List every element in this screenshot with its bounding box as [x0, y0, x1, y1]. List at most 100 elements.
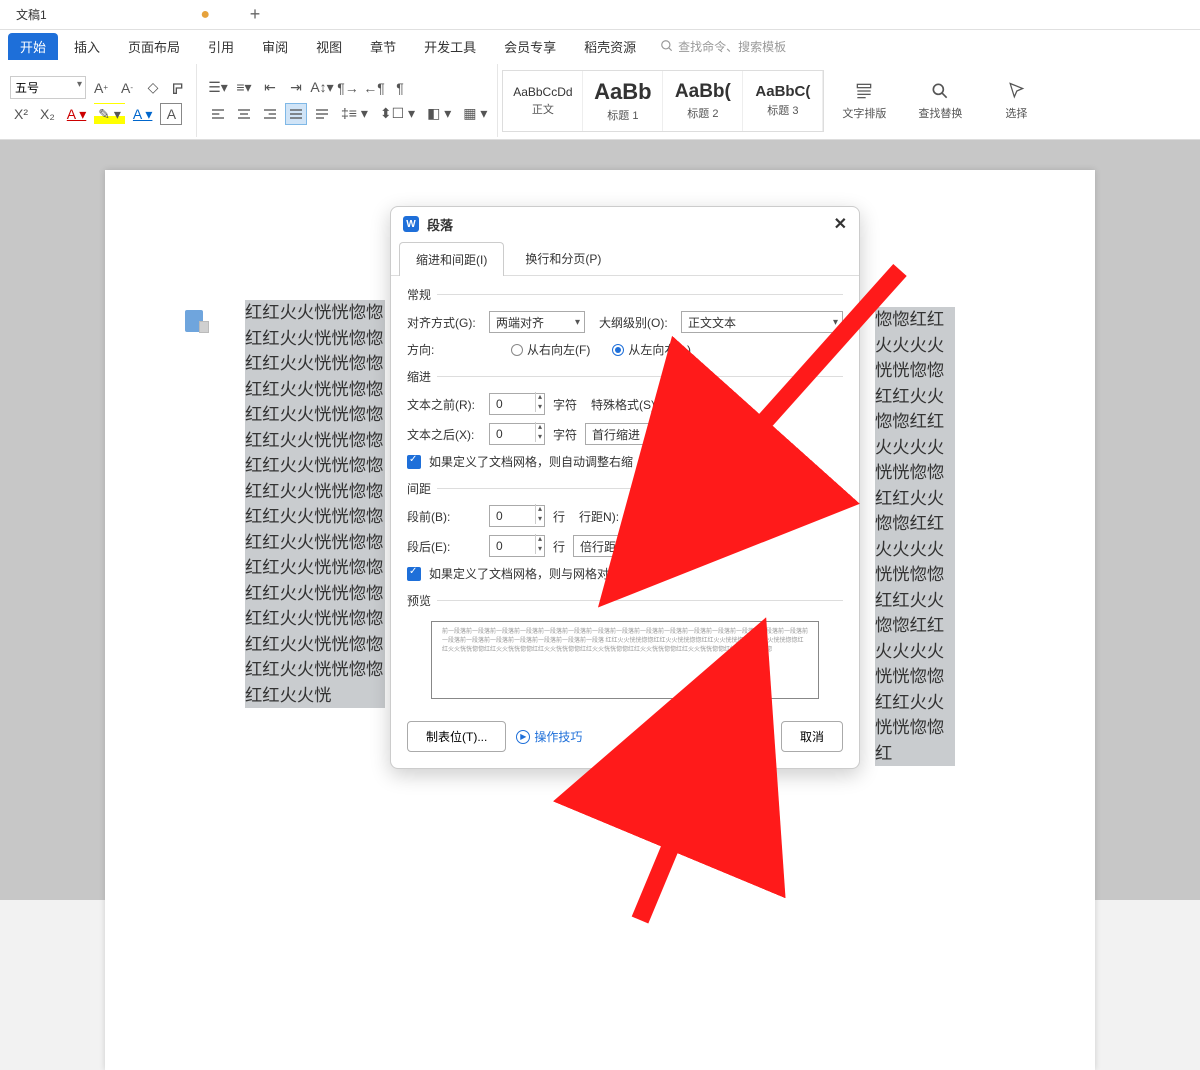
tab-line-page-break[interactable]: 换行和分页(P) [508, 241, 618, 275]
special-format-select[interactable]: 首行缩进 [585, 423, 665, 445]
select-button[interactable]: 选择 [986, 69, 1046, 133]
tab-indent-spacing[interactable]: 缩进和间距(I) [399, 242, 504, 276]
char-border-icon[interactable]: A [160, 103, 182, 125]
dialog-title: 段落 [427, 215, 453, 234]
menubar: 开始 插入 页面布局 引用 审阅 视图 章节 开发工具 会员专享 稻壳资源 查找… [0, 30, 1200, 62]
outline-label: 大纲级别(O): [599, 314, 673, 331]
section-spacing-title: 间距 [407, 480, 843, 497]
align-right-icon[interactable] [259, 103, 281, 125]
shading-icon[interactable]: ◧ ▾ [423, 103, 455, 125]
space-unit: 行 [553, 508, 565, 525]
find-replace-button[interactable]: 查找替换 [910, 69, 970, 133]
menu-docer[interactable]: 稻壳资源 [572, 33, 648, 60]
subscript-icon[interactable]: X₂ [36, 103, 59, 125]
space-after-input[interactable]: 0 [489, 535, 545, 557]
ltr-icon[interactable]: ¶→ [337, 77, 359, 99]
measure-unit: 字符 [737, 426, 761, 443]
indent-before-label: 文本之前(R): [407, 396, 481, 413]
text-effect-icon[interactable]: A ▾ [129, 103, 156, 125]
section-preview: 预览 前一段落前一段落前一段落前一段落前一段落前一段落前一段落前一段落前一段落前… [407, 592, 843, 699]
tab-title: 文稿1 [16, 6, 47, 23]
search-icon [660, 39, 674, 53]
decrease-font-icon[interactable]: A- [116, 77, 138, 99]
number-list-icon[interactable]: ≡▾ [233, 77, 255, 99]
style-normal[interactable]: AaBbCcDd正文 [503, 71, 583, 131]
new-tab-button[interactable]: + [240, 4, 270, 25]
auto-adjust-label: 如果定义了文档网格，则自动调整右缩 [429, 453, 633, 470]
decrease-indent-icon[interactable]: ⇤ [259, 77, 281, 99]
style-heading2[interactable]: AaBb(标题 2 [663, 71, 743, 131]
setvalue-input[interactable]: 1 [661, 535, 717, 557]
ok-button[interactable]: 确定 [709, 721, 771, 752]
dialog-titlebar[interactable]: W 段落 ✕ [391, 207, 859, 241]
section-indent-title: 缩进 [407, 368, 843, 385]
superscript-icon[interactable]: X² [10, 103, 32, 125]
text-layout-button[interactable]: 文字排版 [834, 69, 894, 133]
menu-dev[interactable]: 开发工具 [412, 33, 488, 60]
page-marker-icon [185, 310, 203, 332]
play-icon: ▶ [516, 730, 530, 744]
align-distribute-icon[interactable] [311, 103, 333, 125]
space-before-input[interactable]: 0 [489, 505, 545, 527]
show-marks-icon[interactable]: ¶ [389, 77, 411, 99]
sort-icon[interactable]: A↕▾ [311, 77, 333, 99]
clear-format-icon[interactable]: ◇ [142, 77, 164, 99]
align-justify-icon[interactable] [285, 103, 307, 125]
space-unit2: 行 [553, 538, 565, 555]
menu-insert[interactable]: 插入 [62, 33, 112, 60]
snap-grid-checkbox[interactable] [407, 567, 421, 581]
indent-unit: 字符 [553, 396, 577, 413]
increase-font-icon[interactable]: A+ [90, 77, 112, 99]
align-center-icon[interactable] [233, 103, 255, 125]
align-select[interactable]: 两端对齐 [489, 311, 585, 333]
border-icon[interactable]: ▦ ▾ [459, 103, 491, 125]
outline-select[interactable]: 正文文本 [681, 311, 843, 333]
cancel-button[interactable]: 取消 [781, 721, 843, 752]
indent-before-input[interactable]: 0 [489, 393, 545, 415]
dialog-footer: 制表位(T)... ▶操作技巧 确定 取消 [391, 709, 859, 768]
paragraph-dialog: W 段落 ✕ 缩进和间距(I) 换行和分页(P) 常规 对齐方式(G): 两端对… [390, 206, 860, 769]
menu-reference[interactable]: 引用 [196, 33, 246, 60]
increase-indent-icon[interactable]: ⇥ [285, 77, 307, 99]
dialog-tabs: 缩进和间距(I) 换行和分页(P) [391, 241, 859, 276]
document-text-right[interactable]: 惚惚红红火火火火恍恍惚惚红红火火 惚惚红红火火火火恍恍惚惚红红火火 惚惚红红火火… [875, 307, 955, 766]
line-spacing-icon[interactable]: ‡≡ ▾ [337, 103, 372, 125]
style-heading3[interactable]: AaBbC(标题 3 [743, 71, 823, 131]
font-color-icon[interactable]: A ▾ [63, 103, 90, 125]
highlight-icon[interactable]: ✎ ▾ [94, 103, 125, 125]
measure-value-input[interactable]: 2 [673, 423, 729, 445]
menu-vip[interactable]: 会员专享 [492, 33, 568, 60]
menu-start[interactable]: 开始 [8, 33, 58, 60]
rtl-icon[interactable]: ←¶ [363, 77, 385, 99]
section-indent: 缩进 文本之前(R): 0 字符 特殊格式(S): 度量值(Y) 文本之后(X)… [407, 368, 843, 470]
measure-label: 度量值(Y) [690, 396, 742, 413]
align-left-icon[interactable] [207, 103, 229, 125]
close-icon[interactable]: ✕ [834, 214, 847, 234]
font-size-select[interactable]: 五号 [10, 76, 86, 99]
menu-review[interactable]: 审阅 [250, 33, 300, 60]
direction-rtl-radio[interactable]: 从右向左(F) [511, 341, 590, 358]
command-search[interactable]: 查找命令、搜索模板 [660, 38, 786, 55]
preview-title: 预览 [407, 592, 843, 609]
bullet-list-icon[interactable]: ☰▾ [207, 77, 229, 99]
style-heading1[interactable]: AaBb标题 1 [583, 71, 663, 131]
tips-link[interactable]: ▶操作技巧 [516, 728, 582, 745]
paragraph-group: ☰▾ ≡▾ ⇤ ⇥ A↕▾ ¶→ ←¶ ¶ ‡≡ ▾ ⬍☐ ▾ ◧ ▾ ▦ ▾ [201, 64, 498, 137]
vert-align-icon[interactable]: ⬍☐ ▾ [376, 103, 419, 125]
menu-pagelayout[interactable]: 页面布局 [116, 33, 192, 60]
linespace-select[interactable]: 倍行距 [573, 535, 653, 557]
space-after-label: 段后(E): [407, 538, 481, 555]
document-text-left[interactable]: 红红火火恍恍惚惚红红火火恍恍惚惚红红火火恍恍惚惚红红火火恍恍惚惚红红火火恍恍惚惚… [245, 300, 385, 708]
section-spacing: 间距 段前(B): 0 行 行距N): 设置值(A): 段后(E): 0 行 倍… [407, 480, 843, 582]
tabs-button[interactable]: 制表位(T)... [407, 721, 506, 752]
direction-ltr-radio[interactable]: 从左向右(L) [612, 341, 691, 358]
setvalue-label: 设置值(A): [657, 508, 712, 525]
menu-chapter[interactable]: 章节 [358, 33, 408, 60]
format-painter-icon[interactable] [168, 77, 190, 99]
linespace-label: 行距N): [579, 508, 619, 525]
indent-after-input[interactable]: 0 [489, 423, 545, 445]
indent-unit2: 字符 [553, 426, 577, 443]
auto-adjust-checkbox[interactable] [407, 455, 421, 469]
document-tab[interactable]: 文稿1 ● [0, 0, 240, 29]
menu-view[interactable]: 视图 [304, 33, 354, 60]
